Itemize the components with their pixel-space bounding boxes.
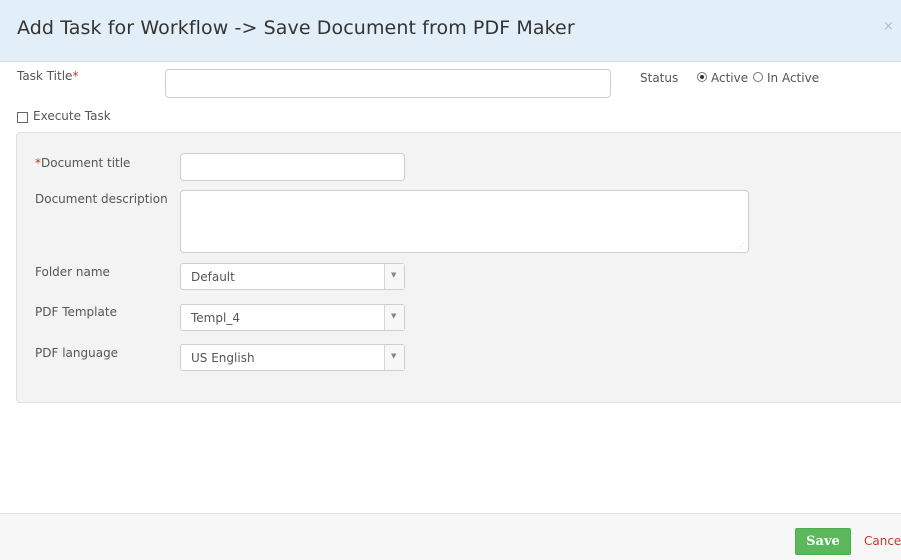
pdf-language-select[interactable]: US English ▼ — [180, 344, 405, 371]
execute-task-checkbox[interactable] — [17, 112, 28, 123]
document-title-label: *Document title — [35, 156, 131, 170]
pdf-template-label: PDF Template — [35, 305, 117, 319]
document-description-label: Document description — [35, 192, 168, 206]
dropdown-toggle[interactable]: ▼ — [384, 305, 404, 330]
chevron-down-icon: ▼ — [391, 312, 397, 320]
resize-grip-icon[interactable]: ⋰ — [738, 243, 745, 250]
status-active-radio[interactable] — [697, 72, 707, 82]
execute-task-label: Execute Task — [33, 109, 111, 123]
folder-name-select[interactable]: Default ▼ — [180, 263, 405, 290]
dialog-title: Add Task for Workflow -> Save Document f… — [17, 17, 575, 39]
required-mark: * — [72, 69, 79, 83]
pdf-template-select[interactable]: Templ_4 ▼ — [180, 304, 405, 331]
cancel-link[interactable]: Cancel — [864, 534, 901, 548]
dropdown-toggle[interactable]: ▼ — [384, 345, 404, 370]
folder-name-value: Default — [191, 270, 235, 284]
chevron-down-icon: ▼ — [391, 271, 397, 279]
dialog-footer — [0, 513, 901, 560]
status-active-label: Active — [711, 71, 749, 85]
document-description-textarea[interactable]: ⋰ — [180, 190, 749, 253]
chevron-down-icon: ▼ — [391, 352, 397, 360]
status-inactive-radio[interactable] — [753, 72, 763, 82]
task-title-label: Task Title* — [17, 69, 79, 83]
pdf-template-value: Templ_4 — [191, 311, 240, 325]
dropdown-toggle[interactable]: ▼ — [384, 264, 404, 289]
task-title-input[interactable] — [165, 69, 611, 98]
folder-name-label: Folder name — [35, 265, 110, 279]
status-label: Status — [640, 71, 679, 85]
dialog-header: Add Task for Workflow -> Save Document f… — [0, 0, 901, 62]
save-button[interactable]: Save — [795, 528, 851, 555]
document-settings-panel — [16, 132, 901, 403]
close-icon[interactable]: × — [883, 19, 894, 34]
document-title-input[interactable] — [180, 153, 405, 181]
pdf-language-label: PDF language — [35, 346, 119, 360]
status-inactive-label: In Active — [767, 71, 820, 85]
pdf-language-value: US English — [191, 351, 255, 365]
